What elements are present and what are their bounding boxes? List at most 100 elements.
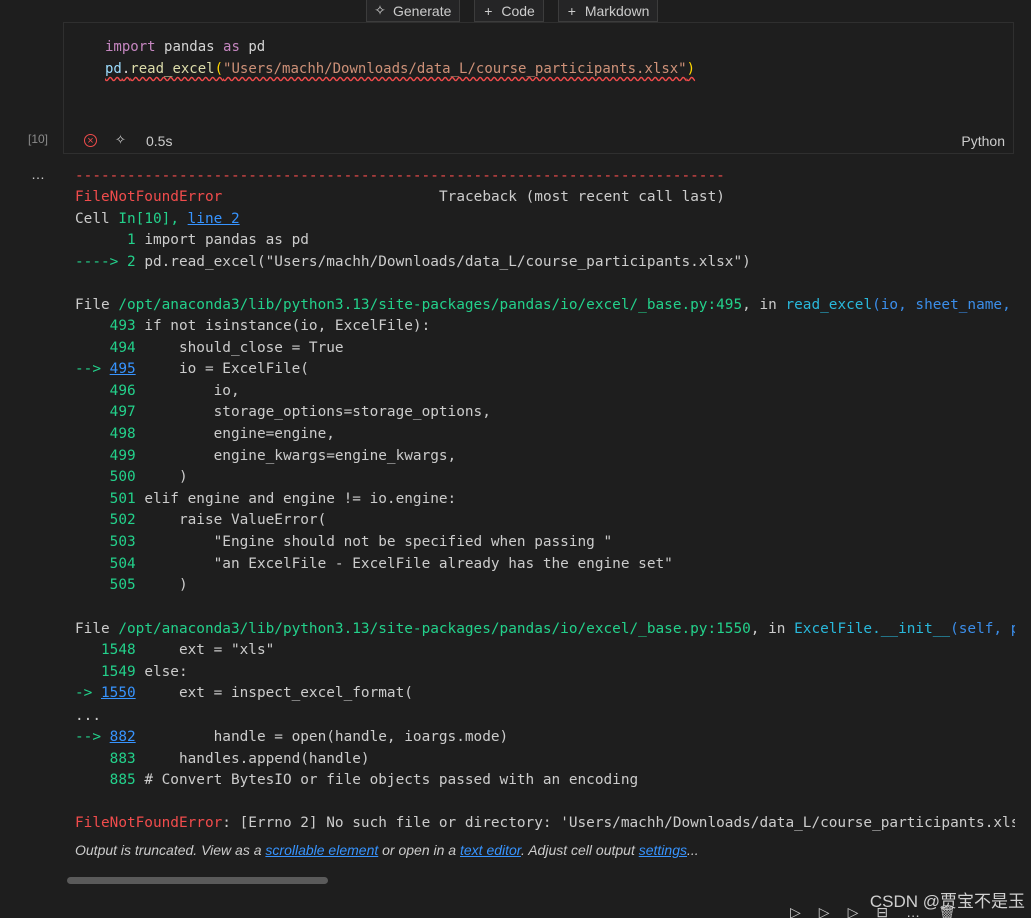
error-status-icon[interactable]: × bbox=[84, 134, 97, 147]
line-code: engine=engine, bbox=[135, 426, 335, 442]
traceback-separator: ----------------------------------------… bbox=[75, 168, 725, 184]
line-code: ext = inspect_excel_format( bbox=[135, 685, 413, 702]
traceback-code-line: 493 if not isinstance(io, ExcelFile): bbox=[75, 316, 431, 338]
code-editor[interactable]: import pandas as pd pd.read_excel("Users… bbox=[64, 23, 1013, 127]
watermark: CSDN @贾宝不是玉 bbox=[869, 892, 1025, 911]
traceback-code-line: -> 1550 ext = inspect_excel_format( bbox=[75, 683, 413, 705]
plus-icon: + bbox=[567, 2, 576, 19]
settings-link[interactable]: settings bbox=[639, 842, 687, 858]
horizontal-scrollbar[interactable] bbox=[67, 877, 328, 884]
traceback-code-line: 883 handles.append(handle) bbox=[75, 749, 370, 771]
traceback-code-line: --> 495 io = ExcelFile( bbox=[75, 359, 309, 381]
line-number: 499 bbox=[109, 447, 136, 464]
generate-label: Generate bbox=[393, 2, 452, 19]
line-arrow bbox=[75, 469, 110, 485]
line-arrow bbox=[75, 751, 110, 767]
line-arrow bbox=[75, 534, 110, 550]
line-number: 1 bbox=[126, 232, 136, 248]
run-cell-icon[interactable]: ▷ bbox=[790, 904, 801, 918]
cell-language[interactable]: Python bbox=[961, 133, 1005, 149]
execution-duration: 0.5s bbox=[146, 133, 173, 149]
cell-output: ----------------------------------------… bbox=[75, 166, 1015, 866]
run-above-icon[interactable]: ▷ bbox=[819, 904, 830, 918]
line-code: storage_options=storage_options, bbox=[135, 404, 491, 421]
line-number: 494 bbox=[109, 339, 136, 356]
run-below-icon[interactable]: ▷ bbox=[848, 904, 859, 918]
line-arrow bbox=[75, 772, 110, 788]
traceback-code-line: 501 elif engine and engine != io.engine: bbox=[75, 489, 457, 511]
line-code: "an ExcelFile - ExcelFile already has th… bbox=[135, 555, 673, 572]
traceback-code-line: 1549 else: bbox=[75, 662, 188, 684]
line-code: io, bbox=[135, 382, 240, 399]
line-arrow: --> bbox=[75, 361, 110, 378]
line-arrow bbox=[75, 577, 110, 593]
add-markdown-button[interactable]: + Markdown bbox=[557, 0, 659, 22]
file2-path: /opt/anaconda3/lib/python3.13/site-packa… bbox=[118, 621, 751, 637]
final-error-message: : [Errno 2] No such file or directory: '… bbox=[222, 815, 1015, 831]
file2-line: File /opt/anaconda3/lib/python3.13/site-… bbox=[75, 619, 1015, 641]
line-number-link[interactable]: 882 bbox=[110, 729, 136, 745]
markdown-label: Markdown bbox=[584, 2, 650, 19]
line-arrow bbox=[75, 426, 110, 442]
line-number: 493 bbox=[109, 318, 136, 334]
notebook-editor: ✧ Generate + Code + Markdown [10] import… bbox=[0, 0, 1031, 918]
line-number: 496 bbox=[109, 382, 136, 399]
line-number: 505 bbox=[109, 577, 136, 594]
line-number: 502 bbox=[109, 512, 136, 529]
ellipsis-line: ... bbox=[75, 708, 101, 724]
file1-args: (io, sheet_name, header, names, index_co… bbox=[872, 297, 1011, 313]
traceback-code-line: 499 engine_kwargs=engine_kwargs, bbox=[75, 446, 457, 468]
line-arrow bbox=[75, 491, 110, 507]
file1-line: File /opt/anaconda3/lib/python3.13/site-… bbox=[75, 295, 1015, 317]
line-number: 503 bbox=[109, 534, 136, 550]
output-more-icon[interactable]: … bbox=[31, 166, 46, 182]
traceback-code-line: 885 # Convert BytesIO or file objects pa… bbox=[75, 770, 639, 792]
line-arrow bbox=[75, 642, 101, 658]
line-code: pd.read_excel("Users/machh/Downloads/dat… bbox=[135, 253, 751, 270]
traceback-code-line: 502 raise ValueError( bbox=[75, 510, 327, 532]
line-arrow bbox=[75, 556, 110, 572]
code-label: Code bbox=[501, 2, 535, 19]
traceback-code-line: 1 import pandas as pd bbox=[75, 230, 309, 252]
line-code: handle = open(handle, ioargs.mode) bbox=[135, 729, 509, 745]
line-number: 504 bbox=[109, 555, 136, 572]
traceback-code-line: ----> 2 pd.read_excel("Users/machh/Downl… bbox=[75, 252, 751, 274]
scrollable-element-link[interactable]: scrollable element bbox=[265, 842, 378, 858]
line-link[interactable]: line 2 bbox=[188, 211, 240, 227]
traceback-code-line: 498 engine=engine, bbox=[75, 424, 335, 446]
add-code-button[interactable]: + Code bbox=[474, 0, 544, 22]
line-code: "Engine should not be specified when pas… bbox=[135, 534, 613, 550]
sparkle-icon[interactable]: ✧ bbox=[115, 132, 126, 148]
code-line-1: import pandas as pd bbox=[105, 39, 266, 55]
generate-button[interactable]: ✧ Generate bbox=[366, 0, 461, 22]
traceback-code-line: 500 ) bbox=[75, 467, 188, 489]
line-code: ext = "xls" bbox=[135, 642, 275, 658]
line-number: 498 bbox=[109, 426, 136, 442]
file1-path: /opt/anaconda3/lib/python3.13/site-packa… bbox=[118, 297, 743, 313]
line-number-link[interactable]: 1550 bbox=[101, 685, 136, 701]
cell-status-bar: × ✧ 0.5s Python bbox=[64, 127, 1013, 155]
plus-icon: + bbox=[484, 2, 493, 19]
line-number-link[interactable]: 495 bbox=[110, 361, 136, 377]
code-cell[interactable]: import pandas as pd pd.read_excel("Users… bbox=[63, 22, 1014, 154]
file2-func: ExcelFile.__init__ bbox=[794, 621, 951, 637]
text-editor-link[interactable]: text editor bbox=[460, 842, 521, 858]
traceback-header-line: FileNotFoundError Traceback (most recent … bbox=[75, 187, 725, 209]
line-code: # Convert BytesIO or file objects passed… bbox=[135, 772, 639, 789]
line-arrow bbox=[75, 448, 110, 464]
line-number: 883 bbox=[109, 750, 136, 767]
line-code: io = ExcelFile( bbox=[135, 361, 309, 378]
traceback-code-line: 494 should_close = True bbox=[75, 338, 344, 360]
execution-count: [10] bbox=[28, 132, 49, 146]
final-error-name: FileNotFoundError bbox=[75, 815, 223, 831]
line-code: engine_kwargs=engine_kwargs, bbox=[135, 447, 457, 464]
line-code: should_close = True bbox=[135, 339, 344, 356]
line-number: 2 bbox=[126, 253, 136, 270]
error-name: FileNotFoundError bbox=[75, 189, 223, 205]
line-code: if not isinstance(io, ExcelFile): bbox=[135, 318, 431, 334]
line-code: ) bbox=[135, 469, 188, 486]
traceback-code-line: 505 ) bbox=[75, 575, 188, 597]
line-arrow: -> bbox=[75, 685, 101, 702]
file1-func: read_excel bbox=[785, 297, 873, 313]
line-arrow: --> bbox=[75, 729, 110, 745]
